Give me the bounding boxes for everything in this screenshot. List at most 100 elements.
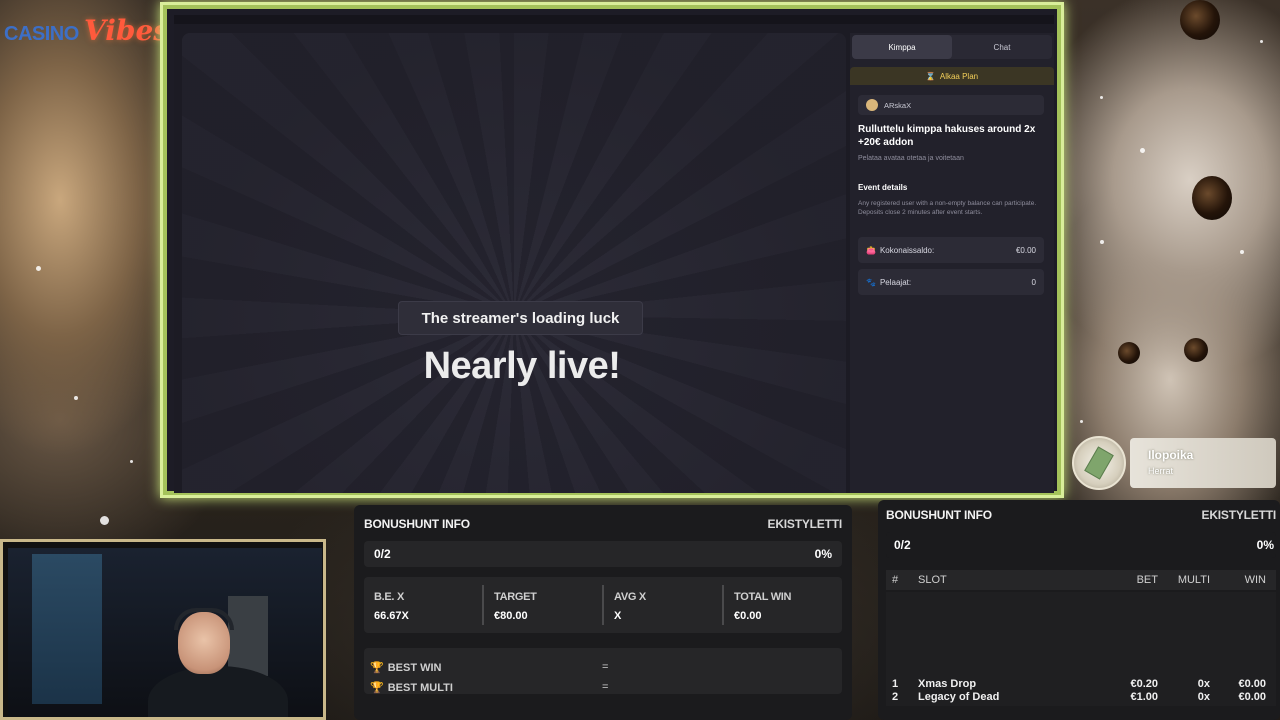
snow-star — [36, 266, 41, 271]
bonushunt-author: EKISTYLETTI — [767, 517, 843, 531]
bonushunt-stats-panel: BONUSHUNT INFO EKISTYLETTI 0/2 0% B.E. X… — [354, 505, 852, 720]
nearly-live-headline: Nearly live! — [423, 345, 621, 387]
stream-frame: The streamer's loading luck Nearly live!… — [160, 2, 1064, 498]
column-header-bet: BET — [1136, 574, 1158, 586]
bonushunt-progress-percent: 0% — [814, 547, 832, 561]
follower-alert: Ilopoika Herrat — [1068, 436, 1276, 490]
event-title: Rulluttelu kimppa hakuses around 2x +20€… — [858, 124, 1036, 148]
players-label: Pelaajat: — [879, 277, 912, 287]
row-multi: 0x — [1197, 691, 1210, 703]
bonushunt-slots-panel: BONUSHUNT INFO EKISTYLETTI 0/2 0% # SLOT… — [878, 500, 1280, 720]
stat-value: €0.00 — [734, 610, 762, 622]
host-avatar-icon — [866, 99, 878, 111]
bonushunt-stats-row: B.E. X 66.67X TARGET €80.00 AVG X X TOTA… — [364, 577, 842, 633]
best-win-row: 🏆 BEST WIN — [370, 661, 441, 675]
event-details-heading: Event details — [858, 183, 908, 192]
event-host-row[interactable]: ARskaX — [858, 95, 1044, 115]
webcam-door-bg — [228, 596, 268, 676]
tab-chat[interactable]: Chat — [952, 35, 1052, 59]
event-side-panel: Kimppa Chat ⌛ Alkaa Plan ARskaX Rullutte… — [850, 33, 1054, 493]
total-balance-label-group: 👛 Kokonaissaldo: — [866, 246, 934, 255]
table-row: 2 Legacy of Dead €1.00 0x €0.00 — [886, 691, 1276, 703]
webcam-window-bg — [32, 554, 102, 704]
money-coin-icon — [1072, 436, 1126, 490]
logo-casino-text: CASINO — [4, 23, 79, 45]
snow-star — [74, 396, 78, 400]
cat-eye-decoration — [1180, 0, 1220, 40]
players-label-group: 🐾 Pelaajat: — [866, 278, 911, 287]
slot-table-body: 1 Xmas Drop €0.20 0x €0.00 2 Legacy of D… — [886, 592, 1276, 706]
players-value: 0 — [1031, 277, 1036, 287]
row-slot-name: Xmas Drop — [918, 678, 977, 690]
cat-eye-decoration — [1184, 338, 1208, 362]
follower-alert-card: Ilopoika Herrat — [1130, 438, 1276, 488]
stat-value: €80.00 — [494, 610, 528, 622]
total-balance-label: Kokonaissaldo: — [879, 245, 935, 255]
stat-value: 66.67X — [374, 610, 409, 622]
snow-star — [1080, 420, 1083, 423]
host-username: ARskaX — [884, 100, 912, 110]
cat-eye-decoration — [1118, 342, 1140, 364]
logo-vibes-text: Vibes — [84, 14, 170, 47]
total-balance-value: €0.00 — [1015, 245, 1036, 255]
dollar-bill-icon — [1084, 446, 1114, 480]
best-results-box: 🏆 BEST WIN = 🏆 BEST MULTI = — [364, 648, 842, 694]
bonushunt-title: BONUSHUNT INFO — [886, 508, 992, 522]
best-multi-row: 🏆 BEST MULTI — [370, 681, 453, 695]
event-status-label: Alkaa Plan — [939, 71, 979, 81]
snow-star — [1260, 40, 1263, 43]
snow-star — [130, 460, 133, 463]
slot-table-header: # SLOT BET MULTI WIN — [886, 570, 1276, 590]
webcam-feed — [8, 548, 322, 717]
row-slot-name: Legacy of Dead — [918, 691, 1000, 703]
snow-star — [100, 516, 109, 525]
row-number: 1 — [892, 678, 899, 690]
stat-label: B.E. X — [374, 591, 404, 603]
event-subtitle: Pelataa avataa otetaa ja voitetaan — [858, 155, 964, 162]
bonushunt-progress-count: 0/2 — [374, 547, 391, 561]
row-win: €0.00 — [1238, 691, 1266, 703]
event-status-badge: ⌛ Alkaa Plan — [850, 67, 1054, 85]
hourglass-icon: ⌛ — [925, 71, 936, 81]
row-multi: 0x — [1197, 678, 1210, 690]
bonushunt-author: EKISTYLETTI — [1201, 508, 1277, 522]
row-win: €0.00 — [1238, 678, 1266, 690]
trophy-icon: 🏆 — [370, 662, 384, 674]
bonushunt-progress-percent: 0% — [1256, 538, 1274, 552]
best-multi-label: BEST MULTI — [387, 681, 453, 694]
wallet-icon: 👛 — [866, 245, 876, 255]
stat-label: TARGET — [494, 591, 537, 603]
table-row: 1 Xmas Drop €0.20 0x €0.00 — [886, 678, 1276, 690]
best-win-value: = — [602, 661, 609, 673]
snow-star — [1100, 240, 1104, 244]
row-bet: €1.00 — [1130, 691, 1158, 703]
column-header-slot: SLOT — [918, 574, 947, 586]
snow-star — [1240, 250, 1244, 254]
total-balance-row: 👛 Kokonaissaldo: €0.00 — [858, 237, 1044, 263]
column-header-win: WIN — [1244, 574, 1266, 586]
stat-label: AVG X — [614, 591, 646, 603]
bonushunt-progress-bar: 0/2 0% — [886, 532, 1276, 558]
cat-eye-decoration — [1192, 176, 1232, 220]
bonushunt-title: BONUSHUNT INFO — [364, 517, 470, 531]
site-topbar — [174, 15, 1054, 24]
tab-kimppa[interactable]: Kimppa — [852, 35, 952, 59]
players-row: 🐾 Pelaajat: 0 — [858, 269, 1044, 295]
loading-message: The streamer's loading luck — [398, 301, 643, 335]
stat-avg-x: AVG X X — [604, 585, 724, 625]
bonushunt-progress-bar: 0/2 0% — [364, 541, 842, 567]
headset-icon — [174, 608, 234, 630]
stat-target: TARGET €80.00 — [484, 585, 604, 625]
column-header-multi: MULTI — [1177, 574, 1210, 586]
follower-name: Ilopoika — [1148, 448, 1194, 462]
follower-subtitle: Herrat — [1148, 466, 1174, 476]
stat-value: X — [614, 610, 622, 622]
event-details-text: Any registered user with a non-empty bal… — [858, 200, 1037, 217]
row-bet: €0.20 — [1130, 678, 1158, 690]
paw-icon: 🐾 — [866, 277, 876, 287]
stat-label: TOTAL WIN — [734, 591, 792, 603]
panel-tabs: Kimppa Chat — [852, 35, 1052, 59]
column-header-number: # — [892, 574, 899, 586]
row-number: 2 — [892, 691, 899, 703]
stream-stage: The streamer's loading luck Nearly live! — [182, 33, 846, 493]
